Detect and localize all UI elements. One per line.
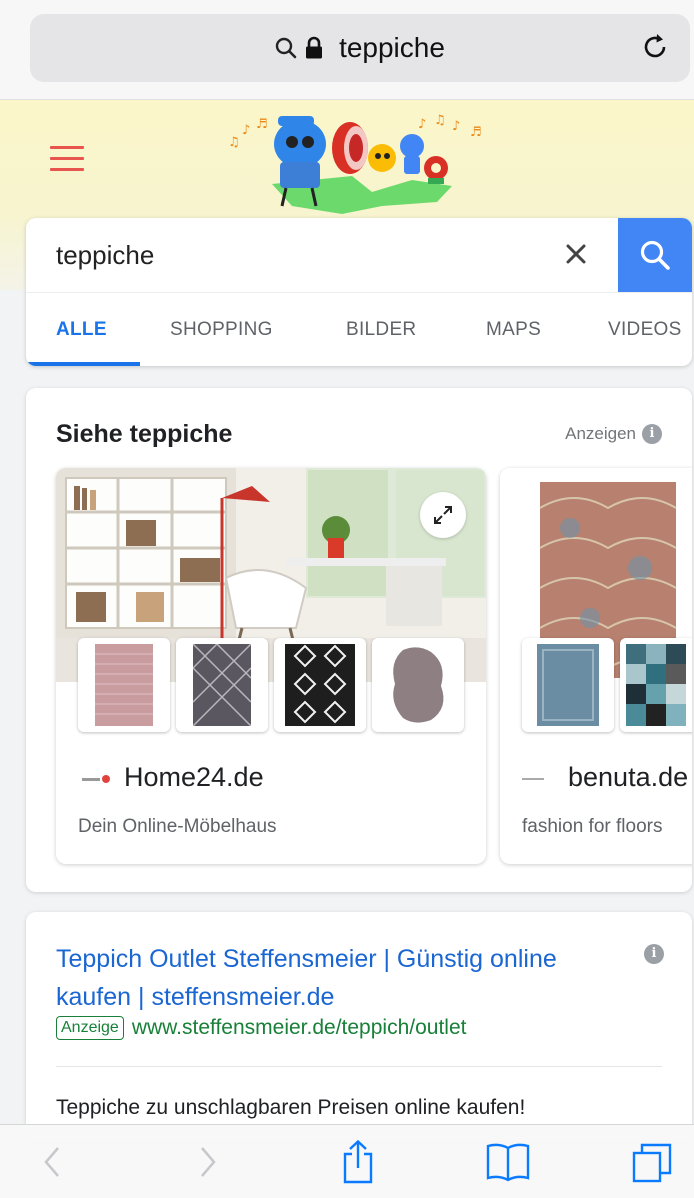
ad-title-link[interactable]: Teppich Outlet Steffensmeier | Günstig o…: [56, 940, 596, 1016]
search-button[interactable]: [618, 218, 692, 292]
tab-videos[interactable]: VIDEOS: [608, 319, 682, 341]
address-bar[interactable]: teppiche: [30, 14, 690, 82]
product-thumb-black-white-rug[interactable]: [274, 638, 366, 732]
merchant-card-benuta[interactable]: benuta.de fashion for floors: [500, 468, 692, 864]
product-thumb-fur-rug[interactable]: [372, 638, 464, 732]
share-button[interactable]: [336, 1139, 380, 1185]
safari-toolbar: [0, 1124, 694, 1198]
benuta-logo: [522, 778, 544, 780]
rug-image: [537, 644, 599, 726]
ad-display-url[interactable]: www.steffensmeier.de/teppich/outlet: [132, 1016, 467, 1040]
svg-text:♬: ♬: [470, 125, 482, 140]
home24-logo: [82, 775, 110, 783]
share-icon: [343, 1140, 373, 1184]
merchant-name[interactable]: benuta.de: [568, 762, 688, 793]
forward-button[interactable]: [186, 1139, 230, 1185]
svg-text:♬: ♬: [256, 117, 268, 132]
forward-icon: [201, 1147, 216, 1177]
svg-text:♫: ♫: [228, 135, 240, 150]
rug-image: [285, 644, 355, 726]
safari-address-bar-area: teppiche: [0, 0, 694, 100]
bookmarks-button[interactable]: [482, 1139, 534, 1185]
bookmarks-icon: [486, 1143, 530, 1182]
product-thumb-grey-rug[interactable]: [176, 638, 268, 732]
ad-url-row: Anzeige www.steffensmeier.de/teppich/out…: [56, 1016, 466, 1040]
ad-description: Teppiche zu unschlagbaren Preisen online…: [56, 1096, 526, 1119]
active-tab-indicator: [26, 362, 140, 366]
ads-label-text: Anzeigen: [565, 424, 636, 443]
tab-bilder[interactable]: BILDER: [346, 319, 416, 341]
search-box-card: teppiche ALLE SHOPPING BILDER MAPS VIDEO…: [26, 218, 692, 366]
product-thumb-blue-rug[interactable]: [522, 638, 614, 732]
info-icon[interactable]: i: [642, 424, 662, 444]
ads-label[interactable]: Anzeigen i: [565, 424, 662, 444]
search-row: teppiche: [26, 218, 692, 292]
tabs-button[interactable]: [630, 1139, 674, 1185]
info-icon[interactable]: i: [644, 944, 664, 964]
merchant-tagline: fashion for floors: [522, 816, 663, 837]
tab-maps[interactable]: MAPS: [486, 319, 541, 341]
text-ad-card: Teppich Outlet Steffensmeier | Günstig o…: [26, 912, 692, 1142]
google-doodle[interactable]: ♫♪ ♬ ♪ ♫ ♪ ♬: [222, 106, 502, 218]
search-icon: [640, 240, 670, 270]
search-tabs: ALLE SHOPPING BILDER MAPS VIDEOS: [26, 292, 692, 366]
rug-image: [626, 644, 686, 726]
reload-icon[interactable]: [638, 30, 672, 64]
product-thumb-patchwork-rug[interactable]: [620, 638, 692, 732]
lock-icon: [306, 36, 323, 59]
tab-shopping[interactable]: SHOPPING: [170, 319, 273, 341]
rug-image: [193, 644, 251, 726]
search-input[interactable]: teppiche: [56, 240, 154, 271]
expand-icon[interactable]: [420, 492, 466, 538]
expand-arrows-icon: [434, 506, 452, 524]
svg-text:♫: ♫: [434, 113, 446, 128]
svg-text:♪: ♪: [418, 117, 426, 132]
ad-badge: Anzeige: [56, 1016, 124, 1040]
shopping-ads-card: Siehe teppiche Anzeigen i Home24.de Dein…: [26, 388, 692, 892]
divider: [56, 1066, 662, 1067]
rug-image: [393, 647, 444, 723]
merchant-name[interactable]: Home24.de: [124, 762, 264, 793]
hamburger-menu-icon[interactable]: [50, 146, 84, 172]
shopping-title: Siehe teppiche: [56, 420, 233, 448]
magnifier-icon: [275, 37, 297, 59]
tab-alle[interactable]: ALLE: [56, 319, 107, 341]
clear-x-icon[interactable]: [560, 238, 592, 270]
merchant-card-home24[interactable]: Home24.de Dein Online-Möbelhaus: [56, 468, 486, 864]
back-icon: [44, 1147, 59, 1177]
url-text: teppiche: [339, 32, 445, 63]
rug-image: [95, 644, 153, 726]
back-button[interactable]: [30, 1139, 74, 1185]
svg-text:♪: ♪: [452, 119, 460, 134]
product-thumb-pink-rug[interactable]: [78, 638, 170, 732]
tabs-icon: [632, 1143, 672, 1183]
merchant-tagline: Dein Online-Möbelhaus: [78, 816, 277, 837]
svg-text:♪: ♪: [242, 123, 250, 138]
